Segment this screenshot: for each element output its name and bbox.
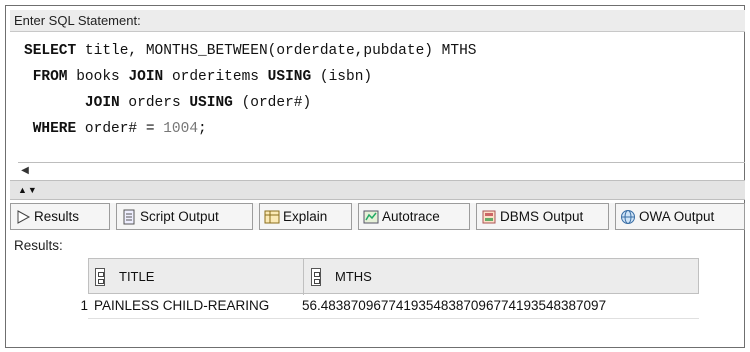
tab-autotrace[interactable]: Autotrace [358,203,470,230]
tab-label: OWA Output [639,209,715,224]
tab-owa-output[interactable]: OWA Output [615,203,745,230]
sql-text: orderitems [163,69,268,85]
tab-label: Script Output [140,209,219,224]
number-literal: 1004 [163,121,199,137]
tab-results[interactable]: Results [10,203,110,230]
sql-text: ; [198,121,207,137]
sql-text: books [67,69,129,85]
triangle-play-icon [17,209,31,224]
sql-text: orders [119,95,190,111]
cell-title[interactable]: PAINLESS CHILD-REARING [94,294,269,318]
column-header-label: TITLE [119,269,155,284]
column-header-mths[interactable]: MTHS [311,259,372,295]
column-divider[interactable] [303,259,304,295]
sql-text: order# = [76,121,164,137]
dbms-icon [482,210,496,223]
results-label: Results: [14,238,63,253]
sql-text: title, MONTHS_BETWEEN(orderdate,pubdate)… [76,43,477,59]
sql-line-4: WHERE order# = 1004; [24,116,744,142]
keyword-using: USING [267,69,312,85]
sql-indent [24,121,33,137]
scroll-left-icon[interactable]: ◀ [18,164,32,178]
tab-label: Explain [283,209,328,224]
sql-line-3: JOIN orders USING (order#) [24,90,744,116]
tab-dbms-output[interactable]: DBMS Output [476,203,609,230]
document-icon [123,209,135,224]
table-icon [264,210,280,223]
row-divider [88,318,699,319]
row-number: 1 [80,298,88,313]
grid-header: TITLE MTHS [88,258,699,295]
tab-label: DBMS Output [500,209,584,224]
pane-splitter[interactable]: ▲▼ [10,180,745,200]
sort-icon[interactable] [95,268,105,286]
keyword-from: FROM [32,69,68,85]
cell-mths[interactable]: 56.4838709677419354838709677419354838709… [302,294,606,318]
keyword-where: WHERE [32,121,77,137]
results-grid: TITLE MTHS 1 PAINLESS CHILD-REARING 56.4… [14,258,699,334]
tab-label: Autotrace [382,209,440,224]
horizontal-scrollbar[interactable]: ◀ [18,162,745,179]
sort-icon[interactable] [311,268,321,286]
keyword-select: SELECT [24,43,77,59]
tab-label: Results [34,209,80,224]
keyword-join: JOIN [128,69,164,85]
sql-indent [24,95,85,111]
sql-text: (order#) [232,95,312,111]
keyword-join: JOIN [84,95,120,111]
column-header-label: MTHS [335,269,372,284]
splitter-arrows-icon[interactable]: ▲▼ [18,181,38,199]
sql-line-1: SELECT title, MONTHS_BETWEEN(orderdate,p… [24,38,744,64]
globe-icon [621,209,635,224]
column-header-title[interactable]: TITLE [95,259,154,295]
sql-statement-label: Enter SQL Statement: [10,10,745,32]
table-row[interactable]: 1 PAINLESS CHILD-REARING 56.483870967741… [14,294,699,318]
sql-indent [24,69,33,85]
trace-icon [363,210,379,223]
tab-explain[interactable]: Explain [259,203,352,230]
sql-line-2: FROM books JOIN orderitems USING (isbn) [24,64,744,90]
sql-text: (isbn) [311,69,373,85]
output-tabs: Results Script Output Explain Autotrace … [10,203,745,230]
tab-script-output[interactable]: Script Output [116,203,253,230]
sql-editor[interactable]: SELECT title, MONTHS_BETWEEN(orderdate,p… [24,38,744,162]
keyword-using: USING [189,95,233,111]
